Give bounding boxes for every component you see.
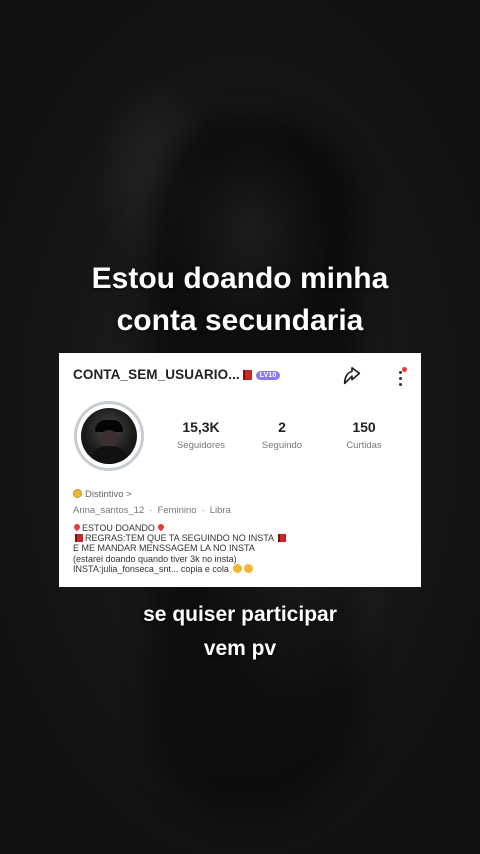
ok-hand-emoji-icon [244, 563, 254, 573]
stat-value: 150 [352, 419, 376, 435]
profile-gender: Feminino [157, 505, 197, 516]
coin-icon [73, 489, 82, 498]
profile-bio: ESTOU DOANDO REGRAS:TEM QUE TA SEGUINDO … [72, 522, 408, 574]
book-icon [75, 534, 83, 543]
caption-bottom: se quiser participar vem pv [0, 598, 480, 666]
profile-top-bar: CONTA_SEM_USUARIO... LV10 [73, 367, 407, 389]
stat-value: 15,3K [182, 419, 220, 435]
bio-text: REGRAS:TEM QUE TA SEGUINDO NO INSTA [85, 533, 274, 544]
notification-dot [402, 367, 407, 372]
meta-separator: · [201, 505, 205, 516]
level-badge: LV10 [255, 371, 281, 380]
profile-username: CONTA_SEM_USUARIO... [73, 367, 240, 382]
stat-likes[interactable]: 150 Curtidas [324, 418, 404, 451]
bio-text: (estarei doando quando tiver 3k no insta… [73, 553, 237, 564]
share-icon[interactable] [341, 366, 363, 388]
bio-line: INSTA:julia_fonseca_snt... copia e cola [73, 563, 408, 574]
profile-handle: Anna_santos_12 [73, 505, 145, 516]
stat-followers[interactable]: 15,3K Seguidores [161, 418, 241, 451]
profile-meta: Anna_santos_12 · Feminino · Libra [73, 505, 231, 516]
stat-label: Seguindo [261, 440, 303, 451]
bio-text: ESTOU DOANDO [82, 523, 155, 533]
caption-top-line-2: conta secundaria [116, 304, 364, 337]
caption-top-line-1: Estou doando minha [91, 262, 389, 295]
stat-label: Seguidores [176, 440, 226, 451]
bio-line: E ME MANDAR MENSSAGEM LA NO INSTA [73, 543, 408, 553]
bio-line: (estarei doando quando tiver 3k no insta… [73, 554, 408, 564]
bio-text: INSTA:julia_fonseca_snt... copia e cola [73, 563, 229, 574]
profile-screenshot-card: CONTA_SEM_USUARIO... LV10 15,3K Seguidore… [59, 353, 421, 587]
pin-icon [72, 522, 82, 532]
profile-sign: Libra [209, 505, 231, 516]
badge-link[interactable]: Distintivo > [73, 489, 132, 500]
avatar-photo [81, 408, 137, 464]
more-vertical-icon[interactable] [393, 367, 407, 389]
caption-bottom-line-1: se quiser participar [143, 603, 337, 626]
meta-separator: · [149, 505, 153, 516]
bio-line: REGRAS:TEM QUE TA SEGUINDO NO INSTA [73, 533, 408, 543]
stat-following[interactable]: 2 Seguindo [242, 418, 322, 451]
stat-label: Curtidas [346, 440, 382, 451]
caption-bottom-line-2: vem pv [203, 637, 277, 660]
stat-value: 2 [278, 419, 286, 435]
book-icon [278, 534, 287, 543]
caption-top: Estou doando minha conta secundaria [0, 258, 480, 342]
avatar[interactable] [74, 401, 144, 471]
book-icon [242, 370, 252, 380]
pin-icon [157, 522, 166, 532]
bio-line: ESTOU DOANDO [72, 522, 408, 533]
bio-text: E ME MANDAR MENSSAGEM LA NO INSTA [73, 543, 255, 554]
profile-username-row: CONTA_SEM_USUARIO... LV10 [73, 367, 281, 382]
cowboy-emoji-icon [233, 563, 243, 573]
badge-label: Distintivo > [85, 489, 132, 500]
